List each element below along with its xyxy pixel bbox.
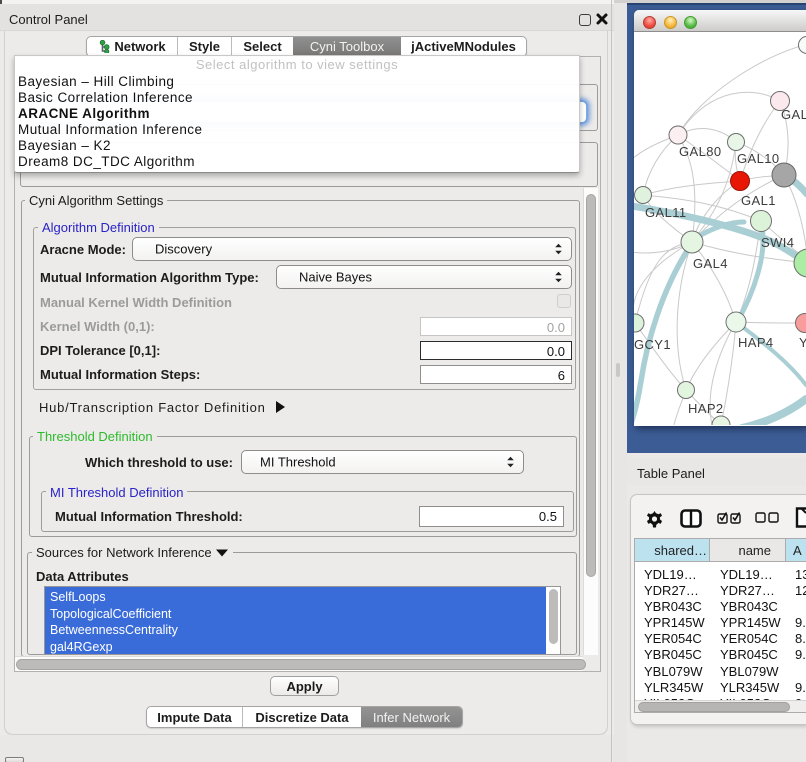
- svg-text:SWI4: SWI4: [761, 235, 794, 250]
- svg-text:GAL4: GAL4: [693, 256, 728, 271]
- svg-text:GCY1: GCY1: [634, 337, 671, 352]
- svg-text:Y: Y: [799, 335, 806, 350]
- svg-text:GAL80: GAL80: [679, 144, 721, 159]
- svg-text:GAL8: GAL8: [781, 107, 806, 122]
- svg-text:GAL10: GAL10: [737, 151, 779, 166]
- svg-text:HAP2: HAP2: [688, 401, 724, 416]
- svg-text:HAP4: HAP4: [738, 335, 774, 350]
- svg-text:GAL11: GAL11: [645, 205, 687, 220]
- svg-text:GAL1: GAL1: [741, 193, 776, 208]
